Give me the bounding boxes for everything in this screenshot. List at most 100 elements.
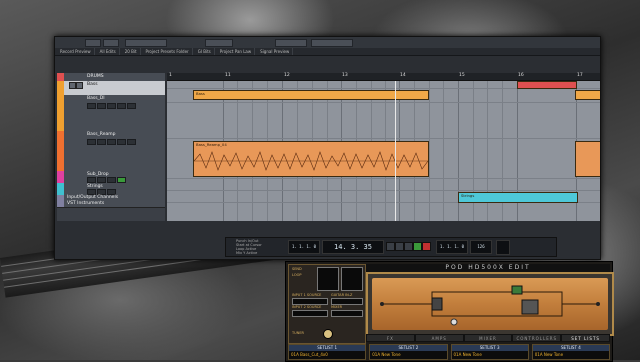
cycle-button[interactable]: [404, 242, 413, 251]
tab-controllers[interactable]: CONTROLLERS: [512, 334, 562, 342]
bass-di-clip[interactable]: Bass: [193, 90, 429, 100]
track-ctl[interactable]: [127, 139, 136, 145]
tab-amps[interactable]: AMPS: [414, 334, 464, 342]
track-controls: [87, 139, 136, 145]
bass-reamp-clip[interactable]: [575, 141, 600, 177]
setlist-panel[interactable]: SETLIST 2 01A New Tone: [369, 344, 448, 360]
pod-title: POD HD500X EDIT: [366, 264, 610, 272]
pod-tabs: FX AMPS MIXER CONTROLLERS SET LISTS: [366, 334, 610, 342]
track-bass-reamp[interactable]: Bass_Reamp: [57, 131, 165, 172]
toolbar-menu[interactable]: 20 Bit: [122, 48, 141, 55]
arrangement-area[interactable]: Bass Bass_Reamp_04 Strings: [167, 81, 600, 221]
toolbar-button[interactable]: [103, 39, 119, 47]
track-ctl[interactable]: [87, 139, 96, 145]
bass-di-clip[interactable]: [575, 90, 600, 100]
track-name: DRUMS: [87, 74, 104, 79]
track-color: [57, 95, 64, 131]
level-meter: [496, 240, 510, 255]
right-locator-display[interactable]: 1. 1. 1. 0: [436, 240, 468, 254]
tempo-display[interactable]: 126: [470, 240, 492, 254]
setlist-panel[interactable]: SETLIST 4 01A New Tone: [531, 344, 610, 360]
setlist-value: 01A New Tone: [372, 352, 401, 357]
signal-chain: [380, 285, 600, 326]
drums-clip[interactable]: [517, 81, 577, 89]
setlist-value: 01A New Tone: [534, 352, 564, 357]
track-name: Bass_Reamp: [87, 132, 116, 137]
toolbar-menu[interactable]: Project Presets Folder: [143, 48, 193, 55]
signal-chain-panel: [366, 272, 614, 336]
guitar-inz-select[interactable]: [331, 298, 363, 305]
playhead[interactable]: [395, 81, 396, 221]
bass-reamp-clip[interactable]: Bass_Reamp_04: [193, 141, 429, 177]
track-ctl[interactable]: [117, 103, 126, 109]
track-list: DRUMS Bass Bass_DI Bass_Reamp Sub_Drop S…: [57, 73, 165, 221]
play-button[interactable]: [413, 242, 422, 251]
track-bass-di[interactable]: Bass_DI: [57, 95, 165, 132]
toolbar-menu[interactable]: Project Pan Law: [217, 48, 256, 55]
track-color: [57, 183, 64, 195]
timeline-ruler[interactable]: 1 11 12 13 14 15 16 17: [167, 73, 600, 81]
pod-label: INPUT 1 SOURCE: [292, 293, 322, 297]
strings-clip[interactable]: Strings: [458, 192, 578, 203]
track-vst-instruments[interactable]: VST Instruments: [57, 201, 165, 208]
project-toolbar: Record Preview All Edits 20 Bit Project …: [55, 48, 600, 56]
track-ctl[interactable]: [107, 139, 116, 145]
input2-source-select[interactable]: [292, 310, 328, 317]
position-display[interactable]: 14. 3. 35: [322, 240, 384, 254]
clip-name: Strings: [461, 193, 475, 198]
toolbar-menu[interactable]: Signal Preview: [257, 48, 294, 55]
record-button[interactable]: [422, 242, 431, 251]
pod-label: LOOP: [292, 273, 302, 277]
setlist-panel[interactable]: SETLIST 3 01A New Tone: [450, 344, 529, 360]
toolbar-button[interactable]: [125, 39, 167, 47]
pod-edit-window: SEND LOOP INPUT 1 SOURCE INPUT 2 SOURCE …: [285, 261, 614, 362]
setlists: SETLIST 1 01A Bass_Cut_4x0 SETLIST 2 01A…: [288, 344, 610, 360]
ruler-bar-label: 17: [577, 73, 583, 78]
toolbar-menu[interactable]: Record Preview: [57, 48, 95, 55]
track-ctl[interactable]: [107, 103, 116, 109]
ruler-bar-label: 16: [518, 73, 524, 78]
mixer-select[interactable]: [331, 310, 363, 317]
setlist-panel[interactable]: SETLIST 1 01A Bass_Cut_4x0: [288, 344, 367, 360]
ruler-bar-label: 1: [169, 73, 172, 78]
pod-label: TUNER: [292, 331, 304, 335]
return-lcd[interactable]: [341, 267, 363, 291]
toolbar-menu[interactable]: GI Bits: [195, 48, 215, 55]
track-ctl[interactable]: [117, 139, 126, 145]
toolbar-button[interactable]: [311, 39, 353, 47]
ruler-bar-label: 13: [342, 73, 348, 78]
rewind-button[interactable]: [386, 242, 395, 251]
solo-button[interactable]: [76, 82, 83, 89]
pod-label: MIXER: [331, 305, 343, 309]
pod-input-panel: SEND LOOP INPUT 1 SOURCE INPUT 2 SOURCE …: [288, 264, 366, 344]
ruler-bar-label: 14: [400, 73, 406, 78]
track-ctl[interactable]: [87, 103, 96, 109]
send-lcd[interactable]: [317, 267, 339, 291]
wood-panel: [372, 278, 608, 330]
forward-button[interactable]: [395, 242, 404, 251]
left-locator-display[interactable]: 1. 1. 1. 0: [288, 240, 320, 254]
daw-window: Record Preview All Edits 20 Bit Project …: [54, 36, 601, 260]
track-color: [57, 171, 64, 183]
track-name: VST Instruments: [67, 201, 105, 206]
transport-label[interactable]: Mix Y Active: [236, 251, 257, 255]
waveform: [194, 151, 428, 171]
toolbar-menu[interactable]: All Edits: [97, 48, 120, 55]
track-ctl[interactable]: [97, 139, 106, 145]
tab-set-lists[interactable]: SET LISTS: [561, 334, 610, 342]
tab-fx[interactable]: FX: [366, 334, 415, 342]
track-color: [57, 73, 64, 81]
mute-button[interactable]: [69, 82, 76, 89]
tuner-knob[interactable]: [323, 329, 333, 339]
track-color: [57, 131, 64, 171]
toolbar-button[interactable]: [85, 39, 101, 47]
toolbar-button[interactable]: [205, 39, 233, 47]
tab-mixer[interactable]: MIXER: [463, 334, 513, 342]
clip-name: Bass: [196, 91, 205, 96]
track-ctl[interactable]: [97, 103, 106, 109]
pod-label: GUITAR IN-Z: [331, 293, 353, 297]
toolbar-button[interactable]: [275, 39, 307, 47]
track-ctl[interactable]: [127, 103, 136, 109]
track-bass[interactable]: Bass: [57, 81, 165, 96]
input1-source-select[interactable]: [292, 298, 328, 305]
